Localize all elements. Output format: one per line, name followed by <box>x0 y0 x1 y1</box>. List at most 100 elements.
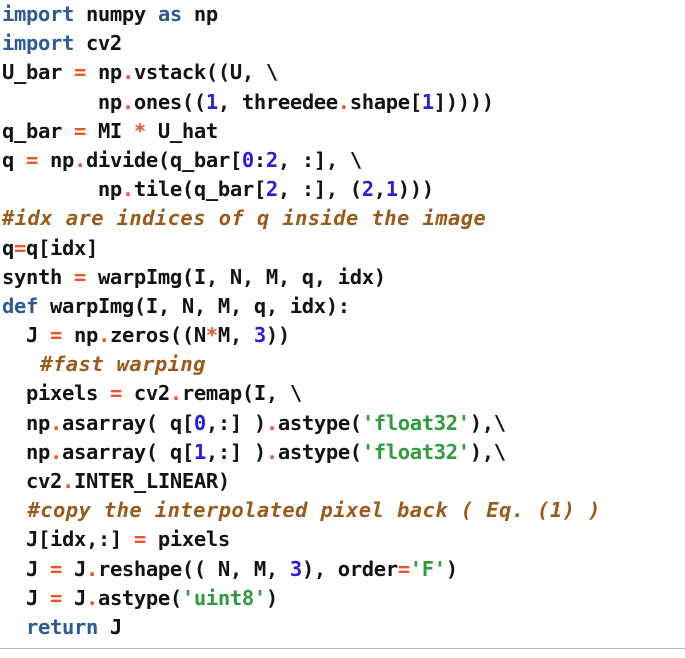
code-token-plain: MI <box>85 118 134 143</box>
code-token-plain: numpy <box>73 2 158 26</box>
code-line: q = np.divide(q_bar[0:2, :], \ <box>0 146 685 175</box>
code-token-op: . <box>265 410 278 435</box>
code-token-plain: ) <box>265 585 278 610</box>
code-token-plain: J <box>61 556 86 581</box>
code-token-plain: cv2 <box>2 469 62 493</box>
code-token-plain: zeros((N <box>109 323 206 348</box>
code-token-plain: np <box>2 89 122 114</box>
code-token-plain: np <box>2 439 50 464</box>
code-token-op: . <box>169 381 182 406</box>
code-token-plain: , :], ( <box>277 177 362 202</box>
code-token-op: . <box>337 89 350 114</box>
code-token-plain: J[idx,:] <box>2 527 134 552</box>
code-token-plain: U_hat <box>145 118 218 143</box>
code-token-num: 0 <box>193 410 206 435</box>
code-token-op: . <box>97 323 110 348</box>
code-token-op: = <box>49 323 62 348</box>
code-line: cv2.INTER_LINEAR) <box>0 467 685 496</box>
code-token-plain: astype( <box>277 410 362 435</box>
code-token-num: 1 <box>385 177 398 202</box>
code-token-op: = <box>397 556 410 581</box>
code-token-op: . <box>121 60 134 85</box>
code-line: q=q[idx] <box>0 234 685 263</box>
code-token-plain: J <box>97 614 122 639</box>
code-line: #fast warping <box>0 350 685 379</box>
code-token-plain: np <box>2 410 50 435</box>
bottom-divider-rule <box>0 648 685 649</box>
code-token-op: . <box>85 585 98 610</box>
code-line: import cv2 <box>0 29 685 58</box>
code-token-plain: remap(I, \ <box>181 381 302 406</box>
code-token-str: 'float32' <box>361 410 470 435</box>
code-token-op: . <box>121 89 134 114</box>
code-token-plain: astype( <box>277 439 362 464</box>
code-token-op: = <box>25 147 38 172</box>
code-line: #idx are indices of q inside the image <box>0 204 685 233</box>
code-token-op: * <box>205 323 218 348</box>
code-token-str: 'float32' <box>361 439 470 464</box>
code-token-cmt: #copy the interpolated pixel back ( Eq. … <box>2 498 601 523</box>
code-token-num: 3 <box>289 556 302 581</box>
code-line: J[idx,:] = pixels <box>0 525 685 554</box>
code-token-plain: synth <box>2 264 74 289</box>
code-token-str: 'F' <box>409 556 446 581</box>
code-token-plain: divide(q_bar[ <box>85 147 242 172</box>
code-line: U_bar = np.vstack((U, \ <box>0 58 685 87</box>
code-token-plain: cv2 <box>73 31 122 56</box>
code-line: import numpy as np <box>0 0 685 29</box>
code-line: def warpImg(I, N, M, q, idx): <box>0 292 685 321</box>
code-lines-container: import numpy as np import cv2 U_bar = np.v… <box>0 0 685 642</box>
code-token-op: = <box>49 585 62 610</box>
code-token-plain: q_bar <box>2 118 74 143</box>
code-token-num: 1 <box>193 439 206 464</box>
code-line: J = J.reshape(( N, M, 3), order='F') <box>0 555 685 584</box>
code-token-op: = <box>73 60 86 85</box>
code-token-plain: ))) <box>397 177 434 202</box>
code-line: q_bar = MI * U_hat <box>0 117 685 146</box>
code-line: pixels = cv2.remap(I, \ <box>0 379 685 408</box>
code-token-cmt: #idx are indices of q inside the image <box>2 206 487 231</box>
code-token-plain: vstack((U, \ <box>133 60 278 85</box>
code-token-kw: import <box>2 31 74 56</box>
code-token-op: = <box>133 527 146 552</box>
code-line: J = J.astype('uint8') <box>0 584 685 613</box>
code-token-plain: q[idx] <box>26 235 98 260</box>
code-line: np.asarray( q[0,:] ).astype('float32'),\ <box>0 409 685 438</box>
code-line: np.ones((1, threedee.shape[1])))) <box>0 88 685 117</box>
code-token-op: = <box>109 381 122 406</box>
code-token-plain: ),\ <box>469 410 506 435</box>
code-line: synth = warpImg(I, N, M, q, idx) <box>0 263 685 292</box>
code-token-plain: np <box>85 60 122 85</box>
code-token-op: . <box>121 177 134 202</box>
code-token-plain: ), order <box>301 556 398 581</box>
code-token-plain: M, <box>217 323 254 348</box>
code-token-op: . <box>49 410 62 435</box>
code-token-plain: , :], \ <box>277 147 362 172</box>
code-token-op: = <box>14 235 26 260</box>
code-token-plain: INTER_LINEAR) <box>73 469 230 493</box>
code-listing: import numpy as np import cv2 U_bar = np.v… <box>0 0 685 658</box>
code-token-plain: J <box>61 585 86 610</box>
code-token-plain: warpImg(I, N, M, q, idx): <box>37 293 350 318</box>
code-token-plain: U_bar <box>2 60 74 85</box>
code-token-plain: )) <box>265 323 290 348</box>
code-token-kw: return <box>25 614 98 639</box>
code-token-kw: import <box>2 2 74 26</box>
code-token-plain: q <box>2 235 14 260</box>
code-token-op: . <box>85 556 98 581</box>
code-line: J = np.zeros((N*M, 3)) <box>0 321 685 350</box>
code-token-plain: astype( <box>97 585 182 610</box>
code-line: #copy the interpolated pixel back ( Eq. … <box>0 496 685 525</box>
code-token-op: * <box>133 118 146 143</box>
code-token-num: 2 <box>265 177 278 202</box>
code-token-num: 2 <box>361 177 374 202</box>
code-line: np.tile(q_bar[2, :], (2,1))) <box>0 175 685 204</box>
code-token-plain: np <box>37 147 74 172</box>
code-line: np.asarray( q[1,:] ).astype('float32'),\ <box>0 438 685 467</box>
code-token-str: 'uint8' <box>181 585 266 610</box>
code-token-op: = <box>49 556 62 581</box>
code-token-num: 0 <box>241 147 254 172</box>
code-token-plain: np <box>181 2 218 26</box>
code-token-plain: np <box>2 177 122 202</box>
